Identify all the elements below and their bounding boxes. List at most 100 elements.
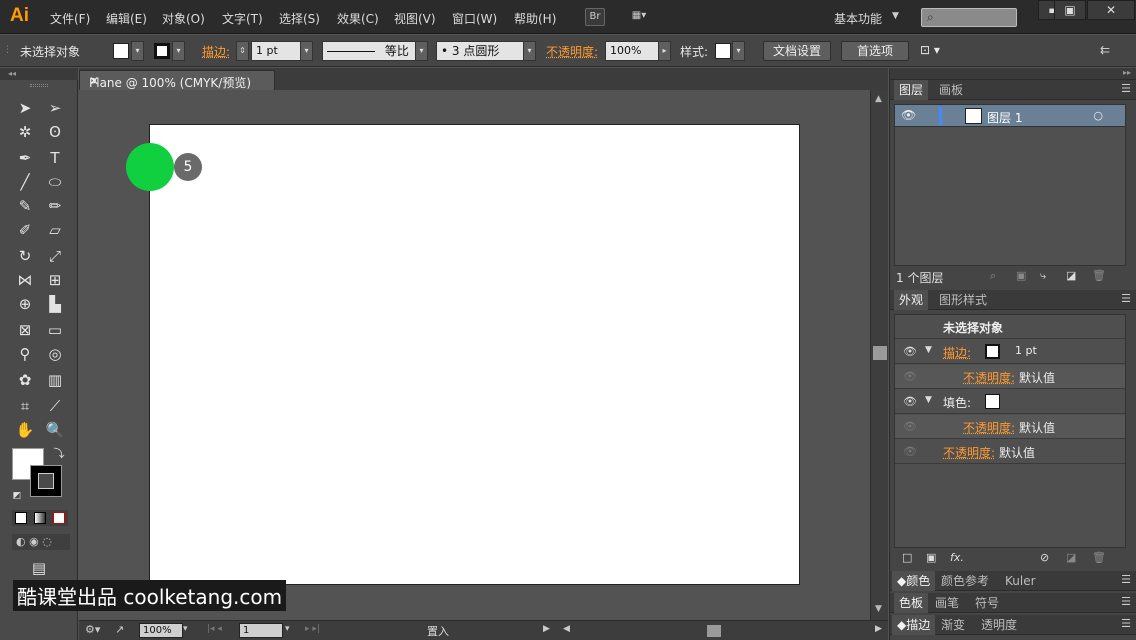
zoom-field[interactable]: 100% [139, 623, 183, 638]
stroke-opacity-row[interactable]: 👁 不透明度: 默认值 [895, 365, 1125, 389]
tab-transparency[interactable]: 透明度 [976, 615, 1022, 635]
scroll-up-icon[interactable]: ▲ [875, 94, 882, 104]
stroke-attribute-swatch[interactable] [985, 344, 1000, 359]
chevron-down-icon[interactable]: ▼ [892, 11, 899, 21]
default-fill-stroke-icon[interactable]: ◩ [6, 486, 28, 506]
clipping-mask-icon[interactable]: ▣ [1016, 269, 1026, 282]
stroke-opacity-label[interactable]: 不透明度: [963, 369, 1015, 386]
align-options-icon[interactable]: ⊡ ▾ [920, 43, 940, 57]
disclosure-triangle-icon[interactable]: ▼ [925, 395, 932, 405]
last-artboard-icon[interactable]: ▸ ▸| [305, 624, 320, 634]
tab-brushes[interactable]: 画笔 [930, 593, 964, 613]
bridge-button[interactable]: Br [585, 8, 605, 26]
delete-icon[interactable]: 🗑 [1092, 551, 1106, 564]
menu-object[interactable]: 对象(O) [162, 10, 205, 27]
panel-menu-icon[interactable]: ☰ [1121, 292, 1131, 305]
artboard-dropdown-icon[interactable]: ▾ [285, 624, 290, 634]
zoom-dropdown-icon[interactable]: ▾ [183, 624, 188, 634]
collapse-icon[interactable]: ◂◂ [0, 68, 78, 80]
menu-window[interactable]: 窗口(W) [452, 10, 497, 27]
delete-icon[interactable]: 🗑 [1092, 269, 1106, 282]
panel-menu-icon[interactable]: ☰ [1121, 595, 1131, 608]
fill-opacity-label[interactable]: 不透明度: [963, 419, 1015, 436]
object-opacity-label[interactable]: 不透明度: [943, 444, 995, 461]
free-transform-tool-icon[interactable]: ⊞ [44, 270, 66, 290]
variable-width-profile[interactable]: 等比 [322, 41, 416, 61]
duplicate-item-icon[interactable]: ◪ [1066, 551, 1076, 564]
swap-fill-stroke-icon[interactable]: ⤵ [48, 444, 70, 464]
tab-artboards[interactable]: 画板 [934, 80, 968, 100]
fill-attribute-swatch[interactable] [985, 394, 1000, 409]
export-icon[interactable]: ↗ [115, 623, 124, 636]
brush-definition[interactable]: • 3 点圆形 [436, 41, 524, 61]
layer-row[interactable]: 👁 图层 1 ○ [895, 105, 1125, 127]
menu-effect[interactable]: 效果(C) [337, 10, 379, 27]
profile-dropdown[interactable]: ▾ [415, 41, 428, 61]
screen-mode-icon[interactable]: ▤ [28, 558, 50, 578]
line-tool-icon[interactable]: ╱ [14, 172, 36, 192]
graphic-style-swatch[interactable] [715, 43, 731, 59]
menu-select[interactable]: 选择(S) [279, 10, 320, 27]
gradient-mode-button[interactable] [34, 512, 46, 524]
view-options-icon[interactable]: ⚙▾ [85, 623, 100, 636]
fill-color-swatch[interactable] [113, 43, 129, 59]
style-dropdown[interactable]: ▾ [732, 41, 745, 61]
visibility-eye-icon[interactable]: 👁 [903, 420, 917, 433]
slice-tool-icon[interactable]: ⟋ [44, 396, 66, 416]
stroke-color-swatch[interactable] [154, 43, 170, 59]
panel-menu-icon[interactable]: ☰ [1121, 82, 1131, 95]
scroll-left-icon[interactable]: ◀ [563, 624, 570, 634]
opacity-label[interactable]: 不透明度: [546, 43, 598, 60]
brush-dropdown[interactable]: ▾ [523, 41, 536, 61]
perspective-grid-tool-icon[interactable]: ▙ [44, 294, 66, 314]
scale-tool-icon[interactable]: ⤢ [44, 246, 66, 266]
arrange-documents-icon[interactable]: ▦▾ [624, 8, 654, 26]
artboard-field[interactable]: 1 [239, 623, 283, 638]
stroke-weight-field[interactable]: 1 pt [251, 41, 301, 61]
tab-symbols[interactable]: 符号 [970, 593, 1004, 613]
target-circle-icon[interactable]: ○ [1093, 109, 1103, 122]
new-sublayer-icon[interactable]: ⤷ [1040, 269, 1046, 283]
document-setup-button[interactable]: 文档设置 [763, 41, 831, 61]
stroke-swatch[interactable] [30, 465, 62, 497]
column-graph-tool-icon[interactable]: ▥ [44, 370, 66, 390]
horizontal-scroll-thumb[interactable] [707, 625, 721, 637]
tab-color[interactable]: ◆颜色 [892, 571, 936, 591]
artboard[interactable] [149, 124, 800, 585]
blob-brush-tool-icon[interactable]: ✐ [14, 220, 36, 240]
fill-dropdown[interactable]: ▾ [131, 41, 144, 61]
panel-menu-icon[interactable]: ☰ [1121, 573, 1131, 586]
preferences-button[interactable]: 首选项 [841, 41, 909, 61]
opacity-dropdown[interactable]: ▸ [658, 41, 671, 61]
selection-tool-icon[interactable]: ➤ [14, 98, 36, 118]
status-menu-icon[interactable]: ▶ [543, 624, 550, 634]
blend-tool-icon[interactable]: ◎ [44, 344, 66, 364]
drawing-modes[interactable]: ◐ ◉ ◌ [12, 534, 70, 550]
symbol-sprayer-tool-icon[interactable]: ✿ [14, 370, 36, 390]
tab-layers[interactable]: 图层 [894, 80, 929, 100]
gradient-tool-icon[interactable]: ▭ [44, 320, 66, 340]
stroke-label[interactable]: 描边: [202, 43, 230, 60]
menu-file[interactable]: 文件(F) [50, 10, 90, 27]
width-tool-icon[interactable]: ⋈ [14, 270, 36, 290]
eraser-tool-icon[interactable]: ▱ [44, 220, 66, 240]
fill-attribute-row[interactable]: 👁 ▼ 填色: [895, 390, 1125, 414]
layer-name[interactable]: 图层 1 [987, 109, 1022, 126]
tab-swatches[interactable]: 色板 [894, 593, 929, 613]
add-fill-icon[interactable]: ▣ [926, 551, 936, 564]
visibility-eye-icon[interactable]: 👁 [903, 395, 917, 408]
menu-view[interactable]: 视图(V) [394, 10, 436, 27]
panel-menu-icon[interactable]: ⇇ [1100, 43, 1110, 57]
visibility-eye-icon[interactable]: 👁 [903, 370, 917, 383]
none-mode-button[interactable] [53, 512, 65, 524]
scroll-thumb[interactable] [873, 346, 887, 360]
artboard-tool-icon[interactable]: ⌗ [14, 396, 36, 416]
stroke-dropdown[interactable]: ▾ [172, 41, 185, 61]
menu-type[interactable]: 文字(T) [222, 10, 263, 27]
paintbrush-tool-icon[interactable]: ✎ [14, 196, 36, 216]
workspace-switcher[interactable]: 基本功能 [834, 10, 882, 27]
tab-appearance[interactable]: 外观 [894, 290, 929, 310]
tab-stroke[interactable]: ◆描边 [892, 615, 936, 635]
shape-builder-tool-icon[interactable]: ⊕ [14, 294, 36, 314]
maximize-button[interactable]: ▣ [1054, 0, 1086, 20]
